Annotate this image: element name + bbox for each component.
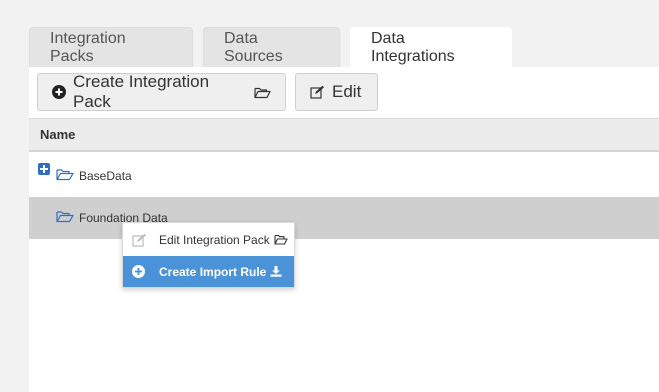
tab-integration-packs[interactable]: Integration Packs [29,27,193,67]
column-header-label: Name [40,127,76,142]
edit-icon [310,85,325,99]
table-header-name[interactable]: Name [29,118,659,152]
tab-data-integrations[interactable]: Data Integrations [350,27,512,67]
edit-icon [132,233,148,247]
menu-item-label: Edit Integration Pack [159,232,270,247]
tab-data-sources[interactable]: Data Sources [203,27,340,67]
menu-item-edit-integration-pack[interactable]: Edit Integration Pack [123,224,294,255]
folder-open-icon [56,168,74,184]
table-row-basedata[interactable]: BaseData [29,155,659,197]
expand-icon[interactable] [38,163,50,175]
edit-label: Edit [332,82,362,101]
menu-item-create-import-rule[interactable]: Create Import Rule [123,256,294,287]
context-menu: Edit Integration Pack Create Import Rule [122,222,295,288]
create-integration-pack-button[interactable]: Create Integration Pack [37,72,286,111]
folder-open-icon [274,234,288,245]
tab-bar: Integration Packs Data Sources Data Inte… [29,27,522,67]
row-label: BaseData [79,169,132,183]
folder-open-icon [56,210,74,226]
download-icon [270,266,282,277]
create-integration-pack-label: Create Integration Pack [73,72,210,111]
edit-button[interactable]: Edit [295,73,378,111]
menu-item-label: Create Import Rule [159,264,267,279]
plus-circle-icon [132,265,145,278]
folder-open-icon [254,86,271,99]
plus-circle-icon [52,85,66,99]
toolbar: Create Integration Pack Edit [37,72,387,111]
